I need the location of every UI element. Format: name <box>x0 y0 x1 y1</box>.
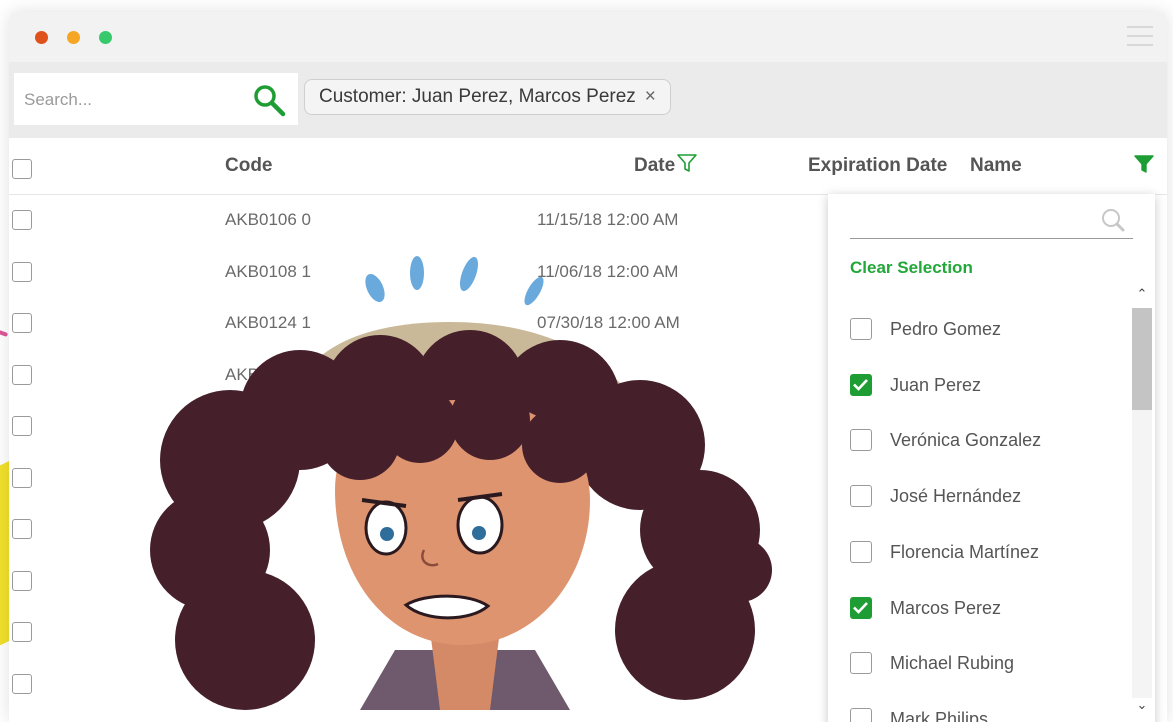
filter-chip-label: Customer: Juan Perez, Marcos Perez <box>319 86 636 107</box>
filter-search-input[interactable] <box>850 238 1133 239</box>
menu-icon[interactable] <box>1127 26 1153 46</box>
filter-option-label: Pedro Gomez <box>890 319 1002 339</box>
toolbar: Customer: Juan Perez, Marcos Perez × <box>9 62 1167 138</box>
row-checkbox[interactable] <box>12 570 32 591</box>
row-checkbox[interactable] <box>12 622 32 642</box>
filter-option-checkbox[interactable] <box>850 707 872 722</box>
checkmark-icon <box>853 601 868 614</box>
row-checkbox[interactable] <box>12 673 32 694</box>
filter-option-checkbox[interactable] <box>850 373 872 396</box>
grid-header: Code Date Expiration Date Name <box>9 138 1167 195</box>
row-checkbox[interactable] <box>12 261 32 282</box>
name-filter-dropdown: Clear Selection Pedro Gomez Juan Perez Veró… <box>828 194 1155 722</box>
filter-option-checkbox[interactable] <box>850 318 872 340</box>
filter-chip-customer[interactable]: Customer: Juan Perez, Marcos Perez × <box>304 79 671 115</box>
filter-funnel-icon[interactable] <box>1134 154 1154 174</box>
filter-option-checkbox[interactable] <box>850 429 872 452</box>
column-header-name[interactable]: Name <box>970 155 1022 177</box>
filter-funnel-icon[interactable] <box>677 153 697 173</box>
chevron-down-icon[interactable]: ⌄ <box>1135 698 1149 712</box>
maximize-window-dot[interactable] <box>99 31 112 44</box>
filter-scrollbar[interactable]: ⌃ ⌄ <box>1131 282 1153 718</box>
title-bar <box>9 12 1167 62</box>
search-icon[interactable] <box>252 83 286 117</box>
row-checkbox[interactable] <box>12 416 32 436</box>
chevron-up-icon[interactable]: ⌃ <box>1135 287 1149 301</box>
character-illustration <box>150 256 772 710</box>
filter-option-label: Verónica Gonzalez <box>890 430 1042 451</box>
filter-option-label: Juan Perez <box>890 374 982 395</box>
filter-option-label: Florencia Martínez <box>890 541 1040 562</box>
row-checkbox[interactable] <box>12 313 32 333</box>
select-all-checkbox[interactable] <box>12 159 32 179</box>
search-input[interactable] <box>22 87 246 113</box>
filter-option-label: Mark Philips <box>890 708 989 722</box>
close-window-dot[interactable] <box>35 31 48 44</box>
column-header-expiration-date[interactable]: Expiration Date <box>808 155 947 177</box>
filter-option-checkbox[interactable] <box>850 485 872 508</box>
cell-code: AKB0106 0 <box>225 210 312 229</box>
filter-option-checkbox[interactable] <box>850 596 872 619</box>
filter-option-label: José Hernández <box>890 486 1022 507</box>
checkmark-icon <box>853 378 868 391</box>
background-decoration <box>0 327 9 337</box>
filter-option-checkbox[interactable] <box>850 652 872 675</box>
row-checkbox[interactable] <box>12 467 32 488</box>
close-icon[interactable]: × <box>645 86 656 108</box>
row-checkbox[interactable] <box>12 519 32 539</box>
search-icon[interactable] <box>1100 207 1126 233</box>
search-box <box>14 73 298 125</box>
column-header-date[interactable]: Date <box>634 155 675 177</box>
cell-date: 11/15/18 12:00 AM <box>537 210 679 229</box>
row-checkbox[interactable] <box>12 210 32 230</box>
row-checkbox[interactable] <box>12 364 32 385</box>
filter-option-label: Michael Rubing <box>890 653 1015 674</box>
scroll-thumb[interactable] <box>1132 308 1152 410</box>
minimize-window-dot[interactable] <box>67 31 80 44</box>
filter-option-checkbox[interactable] <box>850 540 872 563</box>
clear-selection-link[interactable]: Clear Selection <box>850 258 973 278</box>
column-header-code[interactable]: Code <box>225 155 273 177</box>
filter-option-label: Marcos Perez <box>890 597 1002 618</box>
